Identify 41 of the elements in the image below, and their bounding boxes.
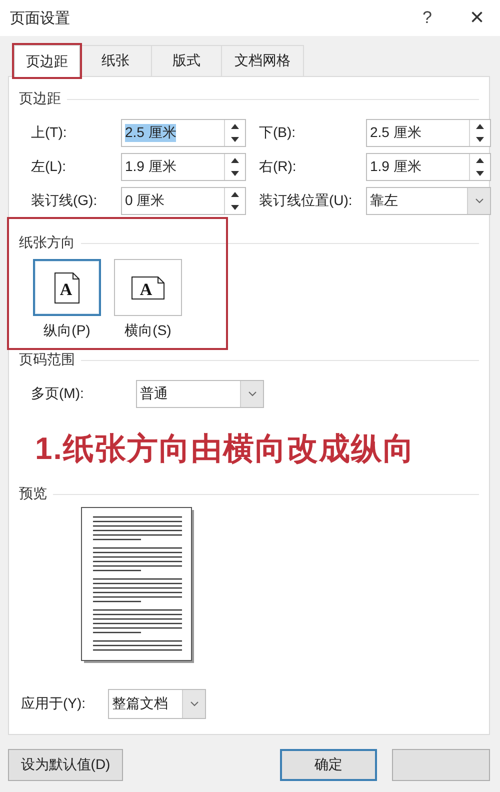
chevron-down-icon[interactable] (190, 701, 198, 707)
field-value: 普通 (140, 385, 168, 403)
field-label: 多页(M): (31, 385, 85, 403)
field-label: 上(T): (31, 124, 68, 142)
field-label: 装订线(G): (31, 192, 98, 210)
field-value: 2.5 厘米 (370, 124, 422, 142)
chevron-down-icon[interactable] (474, 198, 484, 204)
dropdown-field[interactable]: 靠左 (366, 187, 491, 215)
orientation-option[interactable]: A 纵向(P) (33, 259, 101, 340)
group-heading: 页边距 (19, 90, 61, 108)
dropdown-field[interactable]: 普通 (136, 380, 264, 408)
field-label: 左(L): (31, 158, 67, 176)
spin-field[interactable]: 2.5 厘米 (366, 119, 491, 147)
field-value: 0 厘米 (125, 192, 165, 210)
tab[interactable]: 页边距 (14, 45, 80, 77)
tab[interactable]: 文档网格 (221, 45, 304, 76)
annotation-text: 1.纸张方向由横向改成纵向 (35, 430, 416, 468)
field-value: 2.5 厘米 (125, 124, 176, 142)
spin-field[interactable]: 1.9 厘米 (121, 153, 246, 181)
field-label: 装订线位置(U): (258, 192, 354, 210)
group-heading: 预览 (19, 485, 47, 503)
field-label: 右(R): (258, 158, 298, 176)
spin-field[interactable]: 1.9 厘米 (366, 153, 491, 181)
chevron-down-icon[interactable] (248, 391, 256, 397)
group-heading: 页码范围 (19, 351, 75, 369)
dropdown-field[interactable]: 整篇文档 (108, 689, 206, 719)
spin-field[interactable]: 2.5 厘米 (121, 119, 246, 147)
set-default-button[interactable]: 设为默认值(D) (8, 749, 123, 781)
field-value: 整篇文档 (112, 695, 168, 713)
help-button[interactable]: ? (422, 8, 432, 28)
window-title: 页面设置 (10, 8, 71, 28)
spin-field[interactable]: 0 厘米 (121, 187, 246, 215)
orientation-option[interactable]: A 横向(S) (114, 259, 182, 340)
field-value: 1.9 厘米 (125, 158, 176, 176)
field-value: 1.9 厘米 (370, 158, 422, 176)
field-label: 应用于(Y): (21, 695, 87, 713)
field-label: 下(B): (258, 124, 297, 142)
field-value: 靠左 (370, 192, 398, 210)
ok-button[interactable]: 确定 (280, 749, 377, 781)
group-heading: 纸张方向 (19, 234, 75, 252)
close-button[interactable]: × (470, 4, 484, 32)
